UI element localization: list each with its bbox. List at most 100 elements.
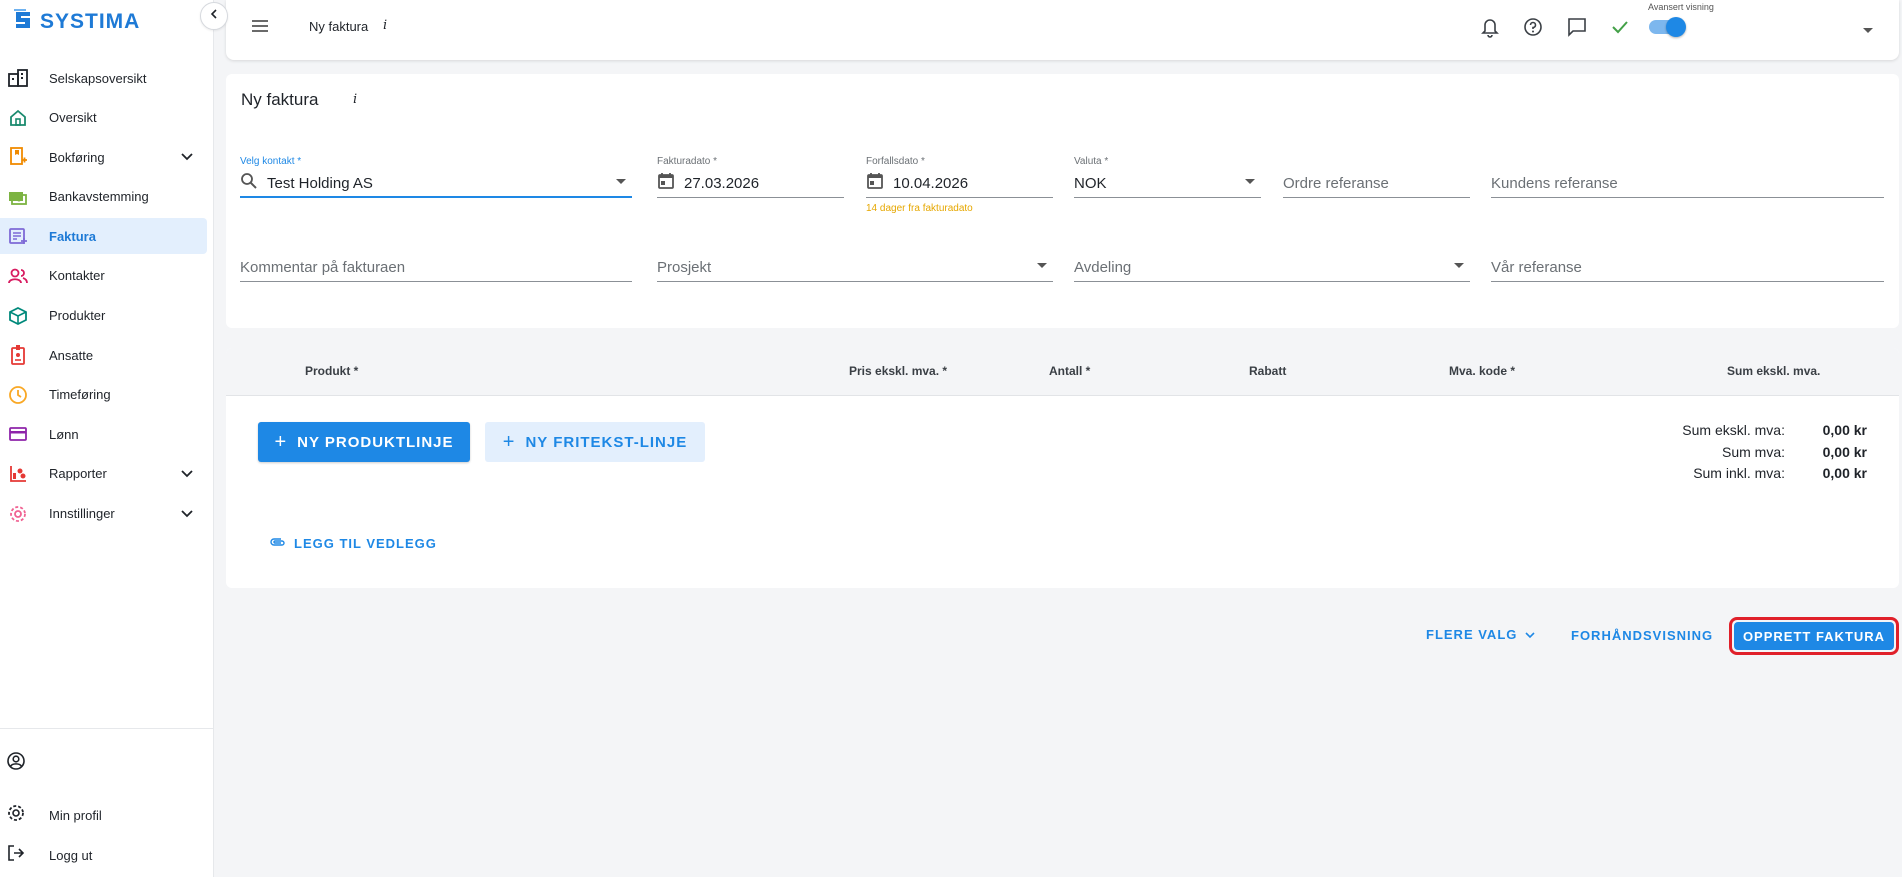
customer-reference-field[interactable]: Kundens referanse (1491, 156, 1884, 198)
sum-label: Sum ekskl. mva: (1682, 422, 1785, 438)
calendar-icon[interactable] (866, 172, 884, 195)
currency-select[interactable]: Valuta * NOK (1074, 156, 1261, 198)
sidebar-item-kontakter[interactable]: Kontakter (0, 258, 207, 294)
more-options-label: FLERE VALG (1426, 627, 1518, 642)
sidebar-item-rapporter[interactable]: Rapporter (0, 456, 207, 492)
help-icon[interactable] (1523, 16, 1543, 43)
toggle-knob (1666, 17, 1686, 37)
form-title: Ny faktura (241, 90, 319, 109)
clock-icon (6, 383, 30, 407)
box-icon (6, 304, 30, 328)
info-icon[interactable]: i (383, 18, 387, 33)
invoice-totals: Sum ekskl. mva: 0,00 kr Sum mva: 0,00 kr… (1682, 422, 1867, 487)
sum-row: Sum ekskl. mva: 0,00 kr (1682, 422, 1867, 444)
invoice-date-label: Fakturadato * (657, 156, 718, 167)
sidebar-item-faktura[interactable]: Faktura (0, 218, 207, 255)
sidebar-item-label: Ansatte (49, 347, 94, 363)
dropdown-arrow-icon[interactable] (1454, 263, 1464, 268)
calendar-icon[interactable] (657, 172, 675, 195)
advanced-view-toggle[interactable] (1649, 17, 1686, 37)
our-reference-placeholder: Vår referanse (1491, 259, 1582, 276)
sum-value: 0,00 kr (1822, 443, 1867, 460)
paperclip-icon (270, 536, 286, 551)
collapse-sidebar-button[interactable] (200, 2, 228, 30)
contact-label: Velg kontakt * (240, 156, 302, 167)
sidebar-item-timeforing[interactable]: Timeføring (0, 377, 207, 413)
sidebar-item-min-profil[interactable]: Min profil (0, 795, 214, 835)
column-header-product: Produkt * (305, 364, 359, 378)
chevron-down-icon[interactable] (179, 148, 195, 169)
invoice-form-card: Ny faktura i Velg kontakt * Test Holding… (226, 74, 1899, 328)
caret-down-icon[interactable] (1862, 22, 1874, 40)
new-text-line-label: NY FRITEKST-LINJE (525, 433, 688, 451)
sidebar-item-label: Faktura (49, 228, 96, 244)
chevron-down-icon[interactable] (179, 505, 195, 526)
sum-label: Sum inkl. mva: (1693, 465, 1785, 481)
sidebar-item-produkter[interactable]: Produkter (0, 298, 207, 334)
chat-icon[interactable] (1566, 16, 1588, 43)
our-reference-field[interactable]: Vår referanse (1491, 240, 1884, 282)
invoice-icon (6, 224, 30, 248)
search-icon (240, 172, 258, 195)
create-invoice-button-highlight[interactable]: OPPRETT FAKTURA (1729, 617, 1899, 655)
comment-field[interactable]: Kommentar på fakturaen (240, 240, 632, 282)
people-icon (6, 264, 30, 288)
sum-value: 0,00 kr (1822, 422, 1867, 438)
department-select[interactable]: Avdeling (1074, 240, 1470, 282)
add-attachment-label: LEGG TIL VEDLEGG (294, 536, 437, 551)
sidebar-item-logg-ut[interactable]: Logg ut (0, 835, 214, 875)
sidebar-item-selskapsoversikt[interactable]: Selskapsoversikt (0, 60, 207, 96)
preview-button[interactable]: FORHÅNDSVISNING (1571, 628, 1713, 643)
sidebar-item-bokforing[interactable]: Bokføring (0, 139, 207, 175)
invoice-date-value: 27.03.2026 (684, 175, 760, 192)
project-select[interactable]: Prosjekt (657, 240, 1053, 282)
more-options-button[interactable]: FLERE VALG (1426, 627, 1535, 642)
buildings-icon (6, 66, 30, 90)
order-reference-field[interactable]: Ordre referanse (1283, 156, 1470, 198)
invoice-date-field[interactable]: Fakturadato * 27.03.2026 (657, 156, 844, 198)
currency-label: Valuta * (1074, 156, 1109, 167)
dropdown-arrow-icon[interactable] (616, 179, 626, 184)
account-button[interactable] (0, 743, 214, 783)
systima-logo-icon (12, 8, 34, 37)
bell-icon[interactable] (1480, 16, 1500, 43)
ledger-icon (6, 145, 30, 169)
sidebar-item-label: Kontakter (49, 268, 105, 284)
menu-icon[interactable] (250, 17, 270, 40)
sidebar-item-ansatte[interactable]: Ansatte (0, 337, 207, 373)
dropdown-arrow-icon[interactable] (1245, 179, 1255, 184)
logout-icon (6, 843, 26, 868)
comment-placeholder: Kommentar på fakturaen (240, 259, 406, 276)
new-product-line-button[interactable]: + NY PRODUKTLINJE (258, 422, 470, 462)
column-header-quantity: Antall * (1049, 364, 1091, 378)
sidebar-item-label: Rapporter (49, 466, 107, 482)
chevron-down-icon[interactable] (179, 465, 195, 486)
bank-icon (6, 185, 30, 209)
page-title: Ny faktura (309, 19, 369, 34)
sidebar-item-bankavstemming[interactable]: Bankavstemming (0, 179, 207, 215)
info-icon[interactable]: i (353, 92, 357, 107)
home-icon (6, 106, 30, 130)
sum-label: Sum mva: (1721, 443, 1785, 460)
add-attachment-button[interactable]: LEGG TIL VEDLEGG (270, 536, 437, 551)
account-circle-icon (6, 751, 26, 776)
dropdown-arrow-icon[interactable] (1037, 263, 1047, 268)
contact-select[interactable]: Velg kontakt * Test Holding AS (240, 156, 632, 198)
contact-value: Test Holding AS (267, 175, 373, 192)
sidebar-item-oversikt[interactable]: Oversikt (0, 100, 207, 136)
new-text-line-button[interactable]: + NY FRITEKST-LINJE (485, 422, 705, 462)
due-date-field[interactable]: Forfallsdato * 10.04.2026 14 dager fra f… (866, 156, 1053, 214)
sidebar-item-lonn[interactable]: Lønn (0, 416, 207, 452)
sum-value: 0,00 kr (1822, 465, 1867, 481)
chart-icon (6, 462, 30, 486)
column-header-sum: Sum ekskl. mva. (1727, 364, 1821, 378)
sidebar-bottom: Min profil Logg ut (0, 728, 214, 875)
create-invoice-button[interactable]: OPPRETT FAKTURA (1734, 622, 1894, 650)
sidebar-item-label: Bankavstemming (49, 189, 149, 205)
sidebar-item-label: Innstillinger (49, 506, 115, 522)
customer-reference-placeholder: Kundens referanse (1491, 175, 1618, 192)
sidebar-item-innstillinger[interactable]: Innstillinger (0, 496, 207, 532)
brand-logo[interactable]: SYSTIMA (12, 6, 140, 38)
project-placeholder: Prosjekt (657, 259, 712, 276)
column-header-discount: Rabatt (1249, 364, 1287, 378)
